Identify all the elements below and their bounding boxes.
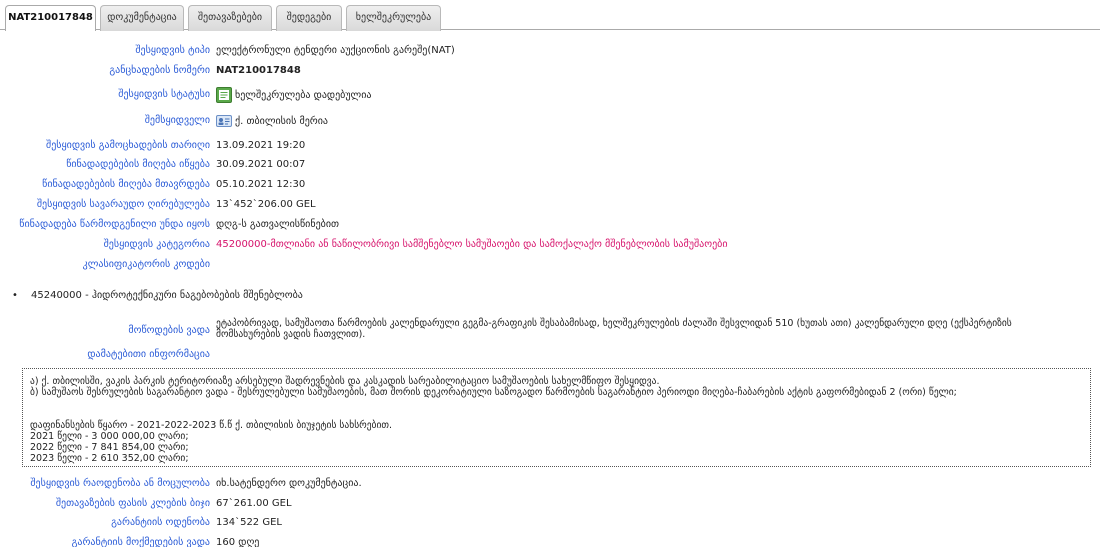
field-label: შესყიდვის გამოცხადების თარიღი (46, 140, 210, 151)
info-line: 2023 წელი - 2 610 352,00 ლარი; (30, 453, 189, 464)
tab-results[interactable]: შედეგები (276, 5, 342, 31)
field-value: 134`522 GEL (216, 517, 282, 528)
field-label: შესყიდვის რაოდენობა ან მოცულობა (30, 478, 210, 489)
field-category: შესყიდვის კატეგორია 45200000-მთლიანი ან … (0, 238, 1100, 252)
field-value: 13`452`206.00 GEL (216, 199, 316, 210)
additional-info-box: ა) ქ. თბილისში, ვაკის პარკის ტერიტორიაზე… (22, 368, 1091, 467)
info-line: ბ) სამუშაოს შესრულების საგარანტიო ვადა -… (30, 387, 957, 398)
field-delivery-term: მოწოდების ვადა ეტაპობრივად, სამუშაოთა წა… (0, 318, 1100, 342)
field-value: 160 დღე (216, 537, 260, 547)
bullet-icon: • (12, 290, 18, 301)
field-label: წინადადებების მიღება იწყება (66, 159, 210, 170)
field-value: ხელშეკრულება დადებულია (235, 90, 372, 101)
field-value: დღგ-ს გათვალისწინებით (216, 219, 340, 230)
field-label: შესყიდვის სტატუსი (118, 89, 210, 100)
field-label: შესყიდვის სავარაუდო ღირებულება (36, 199, 210, 210)
tab-contract[interactable]: ხელშეკრულება (346, 5, 441, 31)
info-line (30, 398, 1083, 409)
field-label: შეთავაზების ფასის კლების ბიჯი (55, 498, 210, 509)
field-additional-info: დამატებითი ინფორმაცია (0, 348, 1100, 362)
field-label: შემსყიდველი (144, 115, 210, 126)
field-value-wrap: ქ. თბილისის მერია (216, 113, 328, 130)
field-value: 30.09.2021 00:07 (216, 159, 306, 170)
field-label: გარანტიის მოქმედების ვადა (71, 537, 210, 547)
field-price-step: შეთავაზების ფასის კლების ბიჯი 67`261.00 … (0, 497, 1100, 511)
field-label: შესყიდვის კატეგორია (103, 239, 210, 250)
field-label: მოწოდების ვადა (128, 325, 210, 336)
field-value: ელექტრონული ტენდერი აუქციონის გარეშე(NAT… (216, 45, 455, 56)
field-procurement-status: შესყიდვის სტატუსი ხელშეკრულება დადებულია (0, 87, 1100, 103)
field-value: ეტაპობრივად, სამუშაოთა წარმოების კალენდა… (216, 318, 1012, 340)
field-guarantee-period: გარანტიის მოქმედების ვადა 160 დღე (0, 536, 1100, 547)
tab-offers[interactable]: შეთავაზებები (188, 5, 272, 31)
field-label: წინადადება წარმოდგენილი უნდა იყოს (19, 219, 210, 230)
field-label: დამატებითი ინფორმაცია (87, 349, 210, 360)
field-label: წინადადებების მიღება მთავრდება (42, 179, 210, 190)
field-bid-end: წინადადებების მიღება მთავრდება 05.10.202… (0, 178, 1100, 192)
field-announce-date: შესყიდვის გამოცხადების თარიღი 13.09.2021… (0, 139, 1100, 153)
info-line (30, 409, 1083, 420)
field-value: 05.10.2021 12:30 (216, 179, 306, 190)
field-announcement-number: განცხადების ნომერი NAT210017848 (0, 64, 1100, 78)
classifier-code: 45240000 - ჰიდროტექნიკური ნაგებობების მშ… (31, 290, 303, 301)
field-value: 13.09.2021 19:20 (216, 140, 306, 151)
info-line: დაფინანსების წყარო - 2021-2022-2023 წ.წ … (30, 420, 392, 431)
info-line: 2022 წელი - 7 841 854,00 ლარი; (30, 442, 189, 453)
field-buyer: შემსყიდველი ქ. თბილისის მერია (0, 113, 1100, 129)
info-line: 2021 წელი - 3 000 000,00 ლარი; (30, 431, 189, 442)
field-value: 45200000-მთლიანი ან ნაწილობრივი სამშენებ… (216, 239, 728, 250)
field-procurement-type: შესყიდვის ტიპი ელექტრონული ტენდერი აუქცი… (0, 44, 1100, 58)
field-label: გარანტიის ოდენობა (111, 517, 210, 528)
field-estimated-value: შესყიდვის სავარაუდო ღირებულება 13`452`20… (0, 198, 1100, 212)
field-label: კლასიფიკატორის კოდები (82, 259, 210, 270)
field-value: NAT210017848 (216, 65, 301, 76)
field-value-wrap: ხელშეკრულება დადებულია (216, 87, 371, 104)
field-label: შესყიდვის ტიპი (135, 45, 210, 56)
field-label: განცხადების ნომერი (109, 65, 210, 76)
info-line: ა) ქ. თბილისში, ვაკის პარკის ტერიტორიაზე… (30, 376, 660, 387)
tab-tender-number[interactable]: NAT210017848 (5, 5, 96, 31)
tab-bar: NAT210017848 დოკუმენტაცია შეთავაზებები შ… (0, 0, 1100, 31)
organization-card-icon (216, 113, 232, 129)
field-classifier-codes: კლასიფიკატორის კოდები (0, 258, 1100, 272)
field-quantity: შესყიდვის რაოდენობა ან მოცულობა იხ.სატენ… (0, 477, 1100, 491)
field-guarantee-amount: გარანტიის ოდენობა 134`522 GEL (0, 516, 1100, 530)
field-bid-validity: წინადადება წარმოდგენილი უნდა იყოს დღგ-ს … (0, 218, 1100, 232)
buyer-link[interactable]: ქ. თბილისის მერია (235, 116, 328, 127)
contract-document-icon (216, 87, 232, 103)
field-bid-start: წინადადებების მიღება იწყება 30.09.2021 0… (0, 158, 1100, 172)
field-value: 67`261.00 GEL (216, 498, 292, 509)
tab-documentation[interactable]: დოკუმენტაცია (100, 5, 184, 31)
field-value: იხ.სატენდერო დოკუმენტაცია. (216, 478, 362, 489)
